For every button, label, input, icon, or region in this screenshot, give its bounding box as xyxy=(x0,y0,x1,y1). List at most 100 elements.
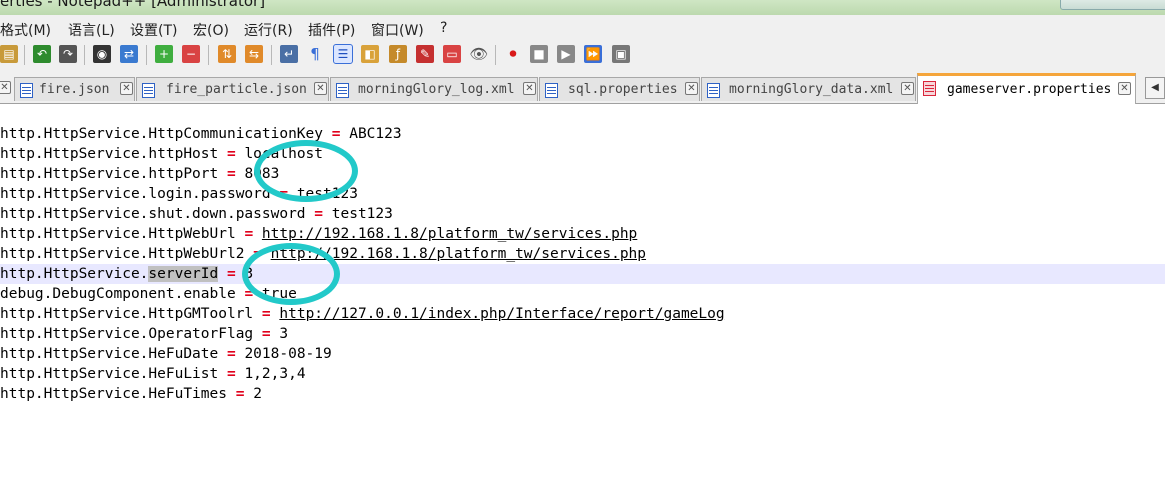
tab-label: morningGlory_log.xml xyxy=(358,82,515,97)
editor-line: http.HttpService.OperatorFlag = 3 xyxy=(0,324,1165,344)
property-key: http.HttpService.shut.down.password xyxy=(0,206,306,222)
menu-macro[interactable]: 宏(O) xyxy=(193,20,229,40)
property-key: http.HttpService.HttpWebUrl xyxy=(0,226,236,242)
menu-format[interactable]: 格式(M) xyxy=(0,20,51,40)
property-key: http.HttpService.httpHost xyxy=(0,146,219,162)
property-key: http.HttpService.HeFuTimes xyxy=(0,386,227,402)
paste-icon[interactable]: ▤ xyxy=(0,45,18,63)
property-key: http.HttpService.httpPort xyxy=(0,166,219,182)
editor-line: http.HttpService.shut.down.password = te… xyxy=(0,204,1165,224)
replace-icon[interactable]: ⇄ xyxy=(120,45,138,63)
menu-settings[interactable]: 设置(T) xyxy=(130,20,177,40)
stop-macro-icon[interactable]: ■ xyxy=(530,45,548,63)
file-icon xyxy=(707,83,720,98)
file-icon xyxy=(545,83,558,98)
toolbar: ▤ ↶ ↷ ◉ ⇄ + − ⇅ ⇆ ↵ ¶ ☰ ◧ ƒ ✎ ▭ 👁 ⏺ ■ ▶ … xyxy=(0,40,1165,71)
toolbar-separator xyxy=(146,45,147,65)
tab-sql-properties[interactable]: sql.properties ✕ xyxy=(539,77,700,101)
editor-line: http.HttpService.HttpCommunicationKey = … xyxy=(0,124,1165,144)
close-icon[interactable]: ✕ xyxy=(314,82,327,95)
record-macro-icon[interactable]: ⏺ xyxy=(504,45,522,63)
menu-help[interactable]: ? xyxy=(440,20,447,36)
monitoring-icon[interactable]: ▭ xyxy=(443,45,461,63)
tab-scroll-left-icon[interactable]: ◀ xyxy=(1145,77,1165,99)
tab-label: morningGlory_data.xml xyxy=(729,82,894,97)
editor-line: http.HttpService.HttpWebUrl = http://192… xyxy=(0,224,1165,244)
menu-run[interactable]: 运行(R) xyxy=(244,20,293,40)
show-all-chars-icon[interactable]: ¶ xyxy=(306,45,324,63)
property-key: http.HttpService.OperatorFlag xyxy=(0,326,254,342)
property-value: 3 xyxy=(279,326,289,342)
tab-morningglory-data-xml[interactable]: morningGlory_data.xml ✕ xyxy=(701,77,916,101)
property-value: 2 xyxy=(253,386,262,402)
tab-label: gameserver.properties xyxy=(947,82,1112,97)
close-icon[interactable]: ✕ xyxy=(685,82,698,95)
title-bar: erties - Notepad++ [Administrator] xyxy=(0,0,1165,15)
save-macro-icon[interactable]: ▣ xyxy=(612,45,630,63)
toolbar-separator xyxy=(208,45,209,65)
editor-line: http.HttpService.HttpGMToolrl = http://1… xyxy=(0,304,1165,324)
property-key: http.HttpService.HttpWebUrl2 xyxy=(0,246,245,262)
doc-map-icon[interactable]: ◧ xyxy=(361,45,379,63)
close-icon[interactable]: ✕ xyxy=(1118,82,1131,95)
tab-label: fire_particle.json xyxy=(166,82,307,97)
tab-fire-particle-json[interactable]: fire_particle.json ✕ xyxy=(136,77,329,101)
window-controls[interactable] xyxy=(1060,0,1165,10)
editor-line: http.HttpService.HeFuList = 1,2,3,4 xyxy=(0,364,1165,384)
redo-icon[interactable]: ↷ xyxy=(59,45,77,63)
operator: = xyxy=(314,206,324,222)
indent-guide-icon[interactable]: ☰ xyxy=(333,44,353,64)
eye-icon[interactable]: 👁 xyxy=(469,45,489,63)
property-key: http.HttpService.HeFuDate xyxy=(0,346,219,362)
tab-fire-json[interactable]: fire.json ✕ xyxy=(14,77,135,101)
operator: = xyxy=(235,386,245,402)
window-title: erties - Notepad++ [Administrator] xyxy=(0,0,266,10)
tab-label: sql.properties xyxy=(568,82,678,97)
file-icon xyxy=(336,83,349,98)
property-value: ABC123 xyxy=(349,126,402,142)
function-list-icon[interactable]: ƒ xyxy=(389,45,407,63)
run-macro-multiple-icon[interactable]: ⏩ xyxy=(584,45,602,63)
zoom-out-icon[interactable]: − xyxy=(182,45,200,63)
property-value: test123 xyxy=(331,206,393,222)
operator: = xyxy=(226,166,236,182)
zoom-in-icon[interactable]: + xyxy=(155,45,173,63)
current-editor-line: http.HttpService.serverId = 3 xyxy=(0,264,1165,284)
editor-line: http.HttpService.HeFuDate = 2018-08-19 xyxy=(0,344,1165,364)
find-icon[interactable]: ◉ xyxy=(93,45,111,63)
close-icon[interactable]: ✕ xyxy=(0,81,11,94)
word-wrap-icon[interactable]: ↵ xyxy=(280,45,298,63)
annotation-circle xyxy=(254,140,358,202)
menu-plugins[interactable]: 插件(P) xyxy=(308,20,355,40)
operator: = xyxy=(226,346,236,362)
sync-vertical-icon[interactable]: ⇅ xyxy=(218,45,236,63)
operator: = xyxy=(226,366,236,382)
text-editor[interactable]: http.HttpService.HttpCommunicationKey = … xyxy=(0,104,1165,498)
sync-horizontal-icon[interactable]: ⇆ xyxy=(245,45,263,63)
editor-line: http.HttpService.httpHost = localhost xyxy=(0,144,1165,164)
url-link[interactable]: http://192.168.1.8/platform_tw/services.… xyxy=(262,226,637,242)
folder-workspace-icon[interactable]: ✎ xyxy=(416,45,434,63)
operator: = xyxy=(244,226,254,242)
operator: = xyxy=(331,126,341,142)
operator: = xyxy=(226,146,236,162)
close-icon[interactable]: ✕ xyxy=(901,82,914,95)
editor-line: http.HttpService.HeFuTimes = 2 xyxy=(0,384,1165,404)
menu-window[interactable]: 窗口(W) xyxy=(371,20,424,40)
tab-gameserver-properties[interactable]: gameserver.properties ✕ xyxy=(917,73,1136,104)
editor-line: http.HttpService.login.password = test12… xyxy=(0,184,1165,204)
tab-morningglory-log-xml[interactable]: morningGlory_log.xml ✕ xyxy=(330,77,538,101)
tab-bar: ✕ fire.json ✕ fire_particle.json ✕ morni… xyxy=(0,70,1165,104)
property-key: debug.DebugComponent.enable xyxy=(0,286,236,302)
menu-language[interactable]: 语言(L) xyxy=(68,20,115,40)
play-macro-icon[interactable]: ▶ xyxy=(557,45,575,63)
toolbar-separator xyxy=(84,45,85,65)
close-icon[interactable]: ✕ xyxy=(120,82,133,95)
property-value: 2018-08-19 xyxy=(244,346,332,362)
close-icon[interactable]: ✕ xyxy=(523,82,536,95)
url-link[interactable]: http://127.0.0.1/index.php/Interface/rep… xyxy=(279,306,724,322)
toolbar-separator xyxy=(495,45,496,65)
operator: = xyxy=(261,326,271,342)
undo-icon[interactable]: ↶ xyxy=(33,45,51,63)
editor-line: http.HttpService.HttpWebUrl2 = http://19… xyxy=(0,244,1165,264)
